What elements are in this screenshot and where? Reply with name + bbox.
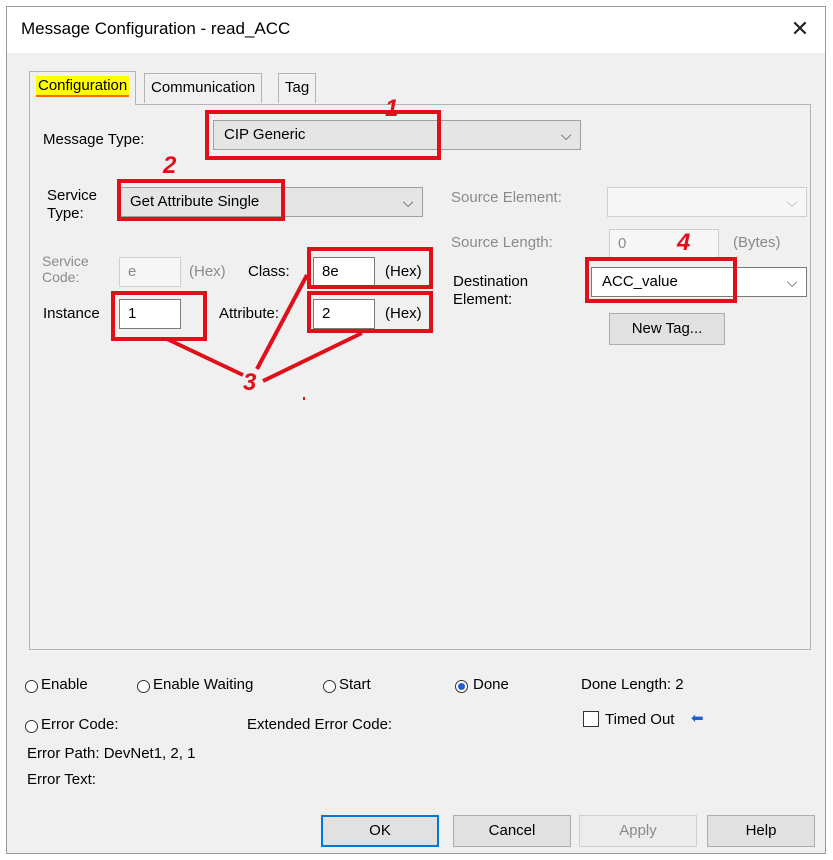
message-configuration-dialog: Message Configuration - read_ACC ✕ Confi…	[6, 6, 826, 854]
annotation-lines	[166, 274, 363, 383]
apply-button[interactable]: Apply	[579, 815, 697, 847]
tab-configuration-label: Configuration	[36, 76, 130, 97]
help-button[interactable]: Help	[707, 815, 815, 847]
arrow-class	[255, 274, 309, 370]
done-length: Done Length: 2	[581, 676, 684, 693]
enable-label: Enable	[41, 676, 88, 693]
cancel-button[interactable]: Cancel	[453, 815, 571, 847]
annotation-arrows	[166, 274, 363, 400]
extended-error-code-label: Extended Error Code:	[247, 716, 393, 733]
error-code-radio[interactable]	[25, 720, 38, 733]
red-dot	[303, 397, 305, 400]
start-label: Start	[339, 676, 371, 693]
arrow-attribute	[262, 331, 363, 383]
timed-out-arrow-icon: ⬅	[691, 710, 704, 727]
error-path: Error Path: DevNet1, 2, 1	[27, 745, 196, 762]
error-code-label: Error Code:	[41, 716, 119, 733]
start-radio[interactable]	[323, 680, 336, 693]
enable-waiting-radio[interactable]	[137, 680, 150, 693]
done-label: Done	[473, 676, 509, 693]
ok-button[interactable]: OK	[321, 815, 439, 847]
timed-out-checkbox[interactable]	[583, 711, 599, 727]
tab-configuration[interactable]: Configuration	[29, 71, 137, 105]
done-radio[interactable]	[455, 680, 468, 693]
enable-waiting-label: Enable Waiting	[153, 676, 254, 693]
enable-radio[interactable]	[25, 680, 38, 693]
arrow-instance	[166, 337, 244, 377]
error-text-label: Error Text:	[27, 771, 96, 788]
timed-out-label: Timed Out	[605, 711, 675, 728]
